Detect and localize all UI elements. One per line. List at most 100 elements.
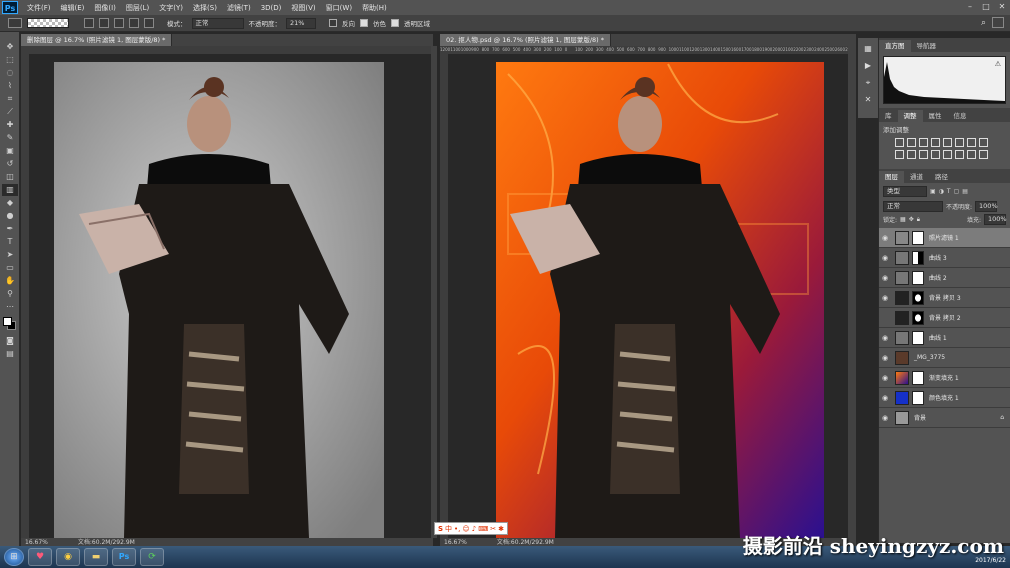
filter-adjust-icon[interactable]: ◑ xyxy=(939,188,944,195)
path-select-tool-icon[interactable]: ➤ xyxy=(2,249,18,261)
filter-smart-icon[interactable]: ▤ xyxy=(962,188,968,195)
menu-3d[interactable]: 3D(D) xyxy=(256,4,287,12)
lock-pixels-icon[interactable]: ▦ xyxy=(900,216,906,223)
tool-preset-icon[interactable] xyxy=(8,18,22,28)
layer-row[interactable]: ◉ _MG_3775 xyxy=(879,348,1010,368)
fill-input[interactable]: 100% xyxy=(984,214,1007,225)
menu-select[interactable]: 选择(S) xyxy=(188,3,222,13)
doc1-scrollbar[interactable] xyxy=(431,46,437,538)
layer-mask-thumb[interactable] xyxy=(912,250,924,265)
menu-file[interactable]: 文件(F) xyxy=(22,3,56,13)
layer-mask-thumb[interactable] xyxy=(912,270,924,285)
angle-gradient-icon[interactable] xyxy=(114,18,124,28)
color-lookup-icon[interactable] xyxy=(919,150,928,159)
refresh-app-icon[interactable]: ⟳ xyxy=(140,548,164,566)
visibility-eye-icon[interactable]: ◉ xyxy=(879,334,891,342)
gradient-map-icon[interactable] xyxy=(967,150,976,159)
visibility-eye-icon[interactable]: ◉ xyxy=(879,354,891,362)
dither-checkbox[interactable] xyxy=(360,19,368,27)
brightness-icon[interactable] xyxy=(895,138,904,147)
eye-app-icon[interactable]: ◉ xyxy=(56,548,80,566)
posterize-icon[interactable] xyxy=(943,150,952,159)
exposure-icon[interactable] xyxy=(931,138,940,147)
dodge-tool-icon[interactable]: ● xyxy=(2,210,18,222)
layer-mask-thumb[interactable] xyxy=(912,390,924,405)
doc2-tab[interactable]: 02. 抠人物.psd @ 16.7% (照片滤镜 1, 图层蒙版/8) * xyxy=(440,34,612,46)
tab-adjustments[interactable]: 调整 xyxy=(897,110,923,122)
transparency-checkbox[interactable] xyxy=(391,19,399,27)
screen-mode-icon[interactable]: ▤ xyxy=(2,348,18,360)
pen-tool-icon[interactable]: ✒ xyxy=(2,223,18,235)
minimize-icon[interactable]: – xyxy=(964,1,976,13)
history-panel-icon[interactable]: ▦ xyxy=(861,42,875,55)
tab-info[interactable]: 信息 xyxy=(948,110,973,122)
layer-mask-thumb[interactable] xyxy=(912,330,924,345)
radial-gradient-icon[interactable] xyxy=(99,18,109,28)
levels-icon[interactable] xyxy=(907,138,916,147)
blur-tool-icon[interactable]: ◆ xyxy=(2,197,18,209)
ime-toolbar[interactable]: S 中 •, ☺ ♪ ⌨ ✂ ✱ xyxy=(434,522,509,535)
menu-filter[interactable]: 滤镜(T) xyxy=(222,3,256,13)
layer-mask-thumb[interactable] xyxy=(912,370,924,385)
reflected-gradient-icon[interactable] xyxy=(129,18,139,28)
tab-histogram[interactable]: 直方图 xyxy=(879,40,911,52)
lasso-tool-icon[interactable]: ◌ xyxy=(2,67,18,79)
menu-layer[interactable]: 图层(L) xyxy=(121,3,154,13)
gradient-picker[interactable] xyxy=(27,18,69,28)
layer-mask-thumb[interactable] xyxy=(912,290,924,305)
heart-app-icon[interactable]: ♥ xyxy=(28,548,52,566)
visibility-eye-icon[interactable]: ◉ xyxy=(879,414,891,422)
layer-row[interactable]: ◉ 背景 ⌂ xyxy=(879,408,1010,428)
menu-help[interactable]: 帮助(H) xyxy=(357,3,392,13)
black-white-icon[interactable] xyxy=(979,138,988,147)
layer-kind-select[interactable]: 类型 xyxy=(883,186,927,197)
shape-tool-icon[interactable]: ▭ xyxy=(2,262,18,274)
info-panel-icon[interactable]: ⌖ xyxy=(861,76,875,89)
marquee-tool-icon[interactable]: ⬚ xyxy=(2,54,18,66)
lock-position-icon[interactable]: ✥ xyxy=(909,216,914,223)
photo-filter-icon[interactable] xyxy=(895,150,904,159)
selective-color-icon[interactable] xyxy=(979,150,988,159)
visibility-eye-icon[interactable]: ◉ xyxy=(879,374,891,382)
layer-row[interactable]: ◉ 曲线 1 xyxy=(879,328,1010,348)
start-button[interactable]: ⊞ xyxy=(4,548,24,566)
color-balance-icon[interactable] xyxy=(967,138,976,147)
layer-opacity-input[interactable]: 100% xyxy=(975,201,998,212)
layer-row[interactable]: ◉ 照片滤镜 1 xyxy=(879,228,1010,248)
curves-icon[interactable] xyxy=(919,138,928,147)
tab-channels[interactable]: 通道 xyxy=(904,171,929,183)
filter-type-icon[interactable]: T xyxy=(947,188,951,195)
maximize-icon[interactable]: □ xyxy=(980,1,992,13)
workspace-icon[interactable] xyxy=(992,17,1004,28)
quick-mask-icon[interactable]: ◙ xyxy=(2,335,18,347)
vibrance-icon[interactable] xyxy=(943,138,952,147)
close-icon[interactable]: ✕ xyxy=(996,1,1008,13)
photoshop-taskbar-icon[interactable]: Ps xyxy=(112,548,136,566)
actions-play-icon[interactable]: ▶ xyxy=(861,59,875,72)
layer-mask-thumb[interactable] xyxy=(912,230,924,245)
tools-panel-icon[interactable]: ✕ xyxy=(861,93,875,106)
doc2-scrollbar[interactable] xyxy=(848,46,856,538)
healing-brush-tool-icon[interactable]: ✚ xyxy=(2,119,18,131)
layer-mask-thumb[interactable] xyxy=(912,310,924,325)
layer-row[interactable]: ◉ 背景 拷贝 2 xyxy=(879,308,1010,328)
move-tool-icon[interactable]: ✥ xyxy=(2,41,18,53)
filter-shape-icon[interactable]: ▢ xyxy=(954,188,960,195)
mode-select[interactable]: 正常 xyxy=(191,17,244,29)
history-brush-tool-icon[interactable]: ↺ xyxy=(2,158,18,170)
eraser-tool-icon[interactable]: ◫ xyxy=(2,171,18,183)
hand-tool-icon[interactable]: ✋ xyxy=(2,275,18,287)
linear-gradient-icon[interactable] xyxy=(84,18,94,28)
menu-type[interactable]: 文字(Y) xyxy=(154,3,188,13)
color-swatches[interactable] xyxy=(0,314,20,334)
tab-navigator[interactable]: 导航器 xyxy=(911,40,943,52)
menu-view[interactable]: 视图(V) xyxy=(286,3,320,13)
doc1-canvas[interactable] xyxy=(29,54,431,538)
opacity-input[interactable]: 21% xyxy=(286,17,316,29)
zoom-tool-icon[interactable]: ⚲ xyxy=(2,288,18,300)
clone-stamp-tool-icon[interactable]: ▣ xyxy=(2,145,18,157)
brush-tool-icon[interactable]: ✎ xyxy=(2,132,18,144)
tab-library[interactable]: 库 xyxy=(879,110,898,122)
diamond-gradient-icon[interactable] xyxy=(144,18,154,28)
layer-row[interactable]: ◉ 渐变填充 1 xyxy=(879,368,1010,388)
